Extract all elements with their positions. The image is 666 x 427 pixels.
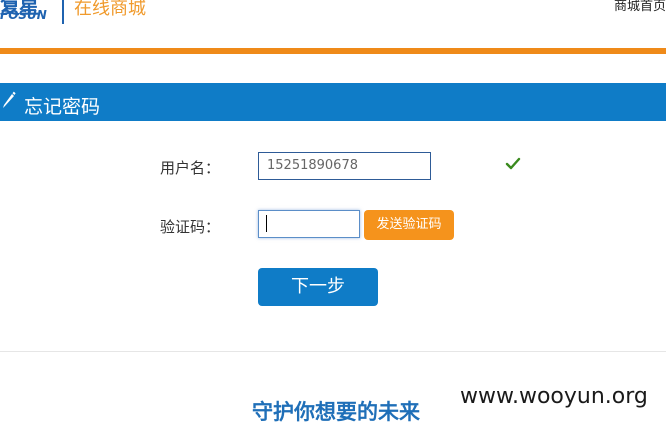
footer-divider (0, 351, 666, 352)
check-icon (505, 157, 521, 170)
username-input[interactable]: 15251890678 (258, 152, 431, 180)
home-link[interactable]: 商城首页 (614, 0, 666, 14)
watermark-text: www.wooyun.org (460, 384, 648, 409)
pencil-icon (3, 91, 16, 108)
site-header: 复星 FOSUN 在线商城 商城首页 (0, 0, 666, 48)
next-step-button[interactable]: 下一步 (258, 268, 378, 306)
footer-slogan: 守护你想要的未来 (252, 400, 420, 424)
section-title: 忘记密码 (24, 96, 101, 118)
logo-fosun[interactable]: FOSUN (0, 8, 47, 22)
text-cursor (266, 215, 267, 232)
verification-code-label: 验证码： (160, 218, 221, 236)
header-accent-bar (0, 48, 666, 54)
verification-code-input[interactable] (258, 210, 360, 238)
send-code-button[interactable]: 发送验证码 (364, 210, 454, 240)
logo-divider (62, 0, 64, 24)
section-header: 忘记密码 (0, 83, 666, 121)
mall-title: 在线商城 (74, 0, 146, 19)
username-label: 用户名： (160, 159, 221, 177)
